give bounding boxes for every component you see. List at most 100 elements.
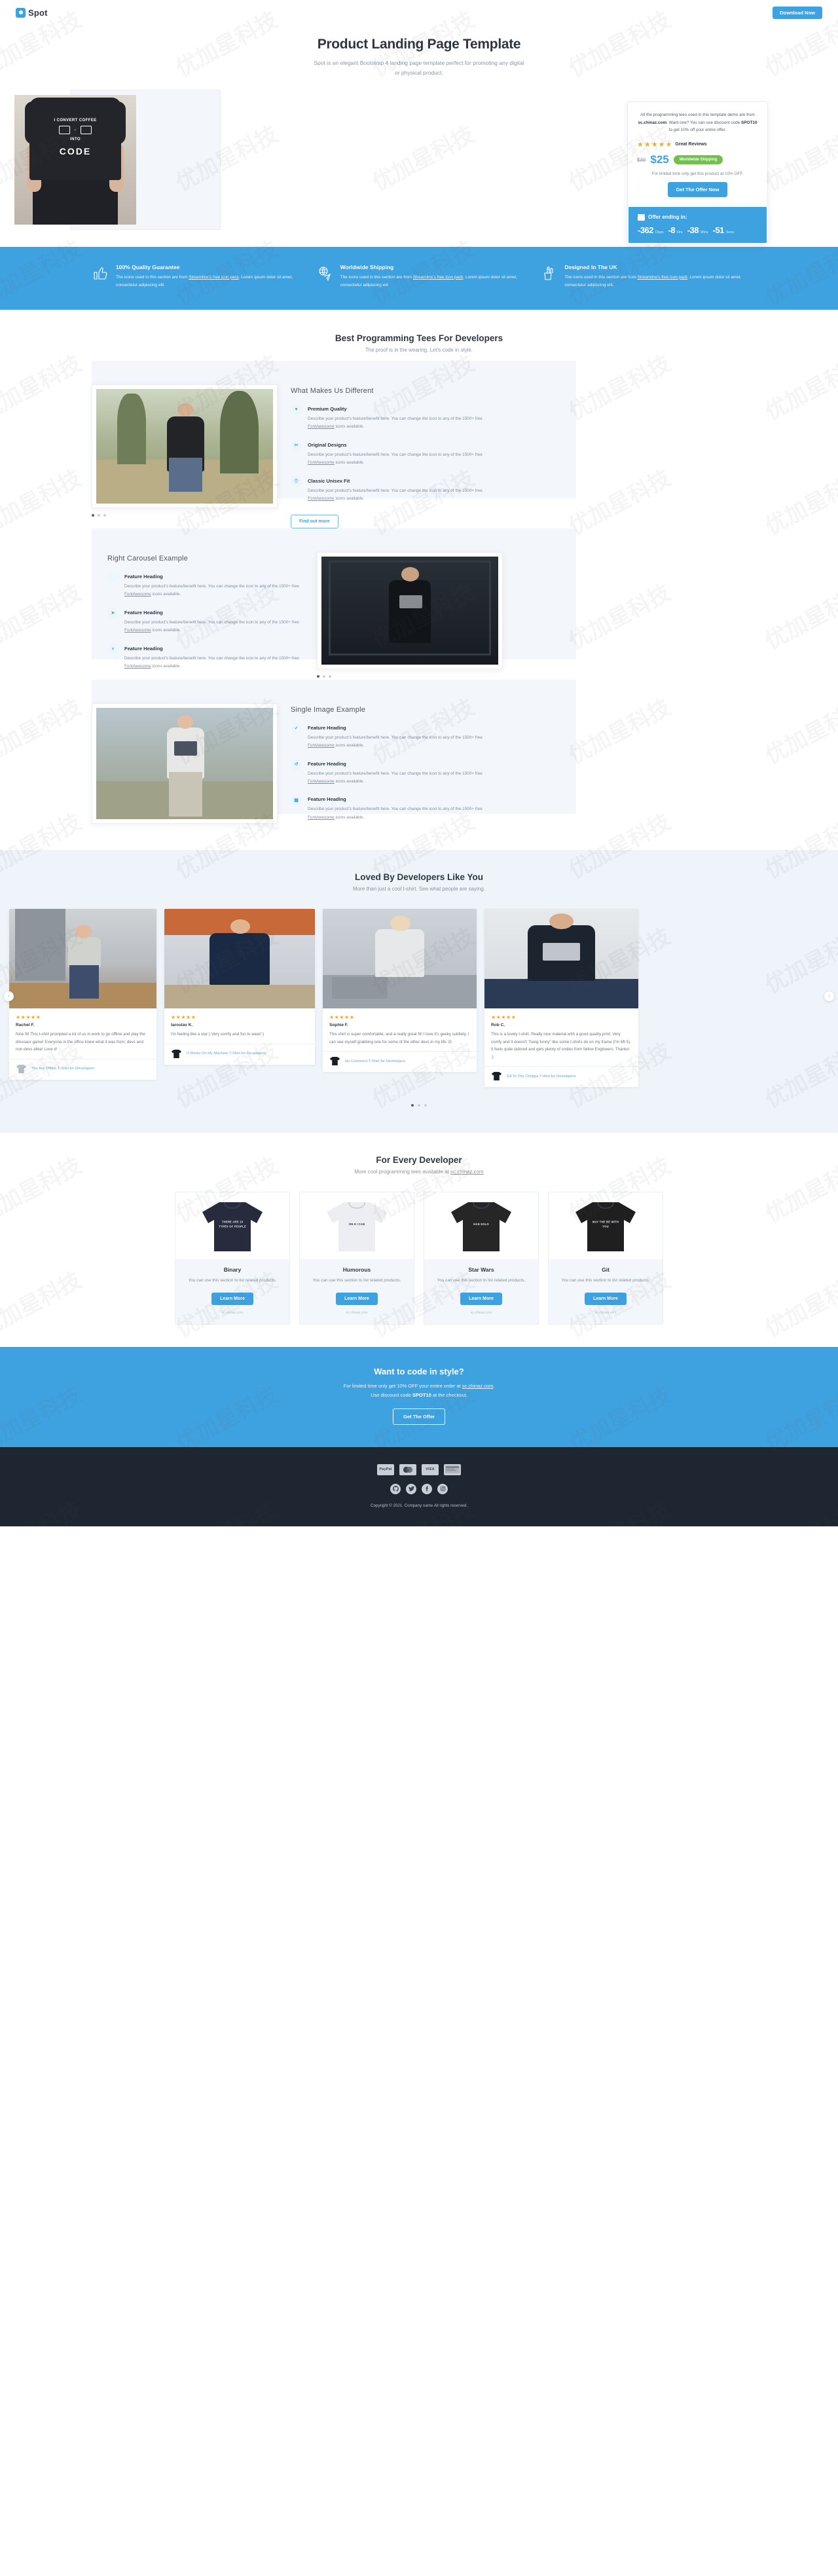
learn-more-button[interactable]: Learn More: [211, 1293, 253, 1306]
testimonial-photo: [323, 909, 477, 1009]
testimonial-dot-2[interactable]: [418, 1104, 420, 1107]
benefit-text: The icons used in this section are from …: [116, 274, 293, 288]
github-icon[interactable]: [390, 1483, 401, 1494]
learn-more-button[interactable]: Learn More: [585, 1293, 627, 1306]
product-name: Humorous: [342, 1266, 371, 1274]
spot-logo-icon: [16, 7, 26, 18]
product-card: MAY THE BE WITH YOU Git You can use this s…: [548, 1192, 663, 1325]
feature-item-heading: Feature Heading: [124, 645, 163, 652]
carousel-dot-3[interactable]: [103, 513, 106, 517]
testimonial-text: Nice fit! This t-shirt prompted a lot of…: [16, 1032, 145, 1052]
countdown-title: Offer ending in:: [648, 214, 687, 221]
get-the-offer-now-button[interactable]: Get The Offer Now: [667, 182, 728, 198]
check-icon: ✓: [291, 722, 302, 734]
fontawesome-link[interactable]: FontAwesome: [124, 592, 151, 597]
cta-site-link[interactable]: sc.chinaz.com: [462, 1383, 494, 1389]
offer-site-link[interactable]: sc.chinaz.com: [638, 120, 666, 125]
testimonial-author: Iaroslav K.: [171, 1023, 193, 1028]
testimonial-product[interactable]: No Comment T-Shirt for Developers: [323, 1051, 477, 1072]
testimonial-product-link[interactable]: No Comment T-Shirt for Developers: [345, 1059, 405, 1063]
offer-discount-code: SPOT10: [740, 120, 757, 125]
streamline-icon-pack-link[interactable]: Streamline's free icon pack: [638, 275, 688, 280]
feature-item-text: Describe your product's feature/benefit …: [308, 735, 483, 748]
products-subtitle-link[interactable]: sc.chinaz.com: [450, 1169, 484, 1175]
feature-item-text: Describe your product's feature/benefit …: [308, 416, 483, 430]
feature-carousel-dots[interactable]: [92, 513, 278, 517]
carousel-dot-1[interactable]: [317, 674, 319, 678]
find-out-more-button[interactable]: Find out more: [291, 514, 338, 528]
testimonial-product-link[interactable]: Git To The Choppa T-shirt for Developers: [507, 1075, 575, 1078]
testimonial-product-link[interactable]: It Works On My Machine T-Shirt for Devel…: [187, 1052, 266, 1056]
fontawesome-link[interactable]: FontAwesome: [308, 779, 335, 784]
pencil-cup-icon: [540, 264, 557, 290]
learn-more-button[interactable]: Learn More: [336, 1293, 378, 1306]
fontawesome-link[interactable]: FontAwesome: [124, 664, 151, 669]
testimonial-product[interactable]: You Are Offline T-Shirt for Developers: [9, 1058, 156, 1080]
get-the-offer-button[interactable]: Get The Offer: [393, 1408, 445, 1425]
fontawesome-link[interactable]: FontAwesome: [308, 424, 335, 429]
feature-item: ▦ Feature Heading Describe your product's …: [291, 794, 487, 822]
twitter-icon[interactable]: [406, 1483, 416, 1494]
products-subtitle: More cool programming tees available at …: [0, 1169, 838, 1175]
product-source: sc.chinaz.com: [221, 1311, 244, 1316]
feature-carousel-dots[interactable]: [317, 674, 503, 678]
testimonial-author: Rachel F.: [16, 1023, 35, 1028]
feature-item-heading: Feature Heading: [308, 796, 346, 803]
feature-block-title: Right Carousel Example: [107, 554, 189, 562]
feature-block-title: What Makes Us Different: [291, 386, 374, 395]
carousel-dot-2[interactable]: [323, 674, 325, 678]
countdown-box: Offer ending in: -362 Days -8 Hrs -38 Mi…: [627, 205, 768, 244]
carousel-dot-3[interactable]: [329, 674, 331, 678]
fontawesome-link[interactable]: FontAwesome: [308, 496, 335, 501]
products-section: For Every Developer More cool programmin…: [0, 1133, 838, 1347]
calendar-icon: ▦: [291, 794, 302, 806]
fontawesome-link[interactable]: FontAwesome: [308, 743, 335, 748]
hero-product-photo: I CONVERT COFFEE → INTO CODE: [14, 94, 136, 225]
fontawesome-link[interactable]: FontAwesome: [308, 460, 335, 465]
offer-rating: ★★★★★ Great Reviews: [637, 140, 758, 149]
countdown-hrs: -8: [668, 225, 676, 235]
testimonial-product-link[interactable]: You Are Offline T-Shirt for Developers: [31, 1067, 94, 1071]
offer-card: All the programming tees used in this te…: [627, 101, 768, 207]
product-description: You can use this section to list related…: [437, 1278, 526, 1283]
shipping-badge: Worldwide Shipping: [673, 155, 723, 165]
fontawesome-link[interactable]: FontAwesome: [308, 815, 335, 820]
product-image: ON 8 I CAN: [300, 1192, 414, 1260]
navbar: Spot Download Now: [0, 0, 838, 25]
facebook-icon[interactable]: [422, 1483, 432, 1494]
testimonial-card: ★★★★★ Rob C. This is a lovely t-shirt. Rea…: [484, 909, 638, 1088]
cta-line2-text: Use discount code: [371, 1392, 412, 1399]
brand-logo[interactable]: Spot: [16, 7, 48, 18]
history-icon: ↺: [291, 758, 302, 770]
cta-line-2: Use discount code SPOT10 at the checkout…: [0, 1391, 838, 1400]
feature-photo: [96, 388, 273, 504]
testimonial-product[interactable]: Git To The Choppa T-shirt for Developers: [484, 1066, 638, 1087]
download-now-button[interactable]: Download Now: [773, 6, 822, 19]
shirt-line-3: CODE: [59, 146, 92, 157]
brand-name: Spot: [28, 7, 48, 18]
feature-item-heading: Premium Quality: [308, 405, 347, 412]
payment-methods: PayPal VISA: [0, 1463, 838, 1475]
products-title: For Every Developer: [376, 1155, 462, 1166]
streamline-icon-pack-link[interactable]: Streamline's free icon pack: [189, 275, 239, 280]
fontawesome-link[interactable]: FontAwesome: [124, 628, 151, 633]
learn-more-button[interactable]: Learn More: [460, 1293, 502, 1306]
streamline-icon-pack-link[interactable]: Streamline's free icon pack: [413, 275, 464, 280]
product-description: You can use this section to list related…: [561, 1278, 650, 1283]
carousel-dot-2[interactable]: [98, 513, 100, 517]
cta-line-1: For limited time only get 10% OFF your e…: [0, 1382, 838, 1391]
testimonial-product[interactable]: It Works On My Machine T-Shirt for Devel…: [164, 1043, 315, 1065]
feature-item-text: Describe your product's feature/benefit …: [308, 452, 483, 466]
product-card: ON 8 I CAN Humorous You can use this secti…: [299, 1192, 414, 1325]
countdown-mins-unit: Mins: [700, 230, 708, 234]
testimonial-dot-1[interactable]: [411, 1104, 414, 1107]
benefit-item: Designed In The UK The icons used in this…: [540, 264, 746, 290]
testimonial-dot-3[interactable]: [424, 1104, 427, 1107]
carousel-dot-1[interactable]: [92, 513, 94, 517]
product-print-text: ON 8 I CAN: [348, 1223, 365, 1226]
instagram-icon[interactable]: [437, 1483, 448, 1494]
features-title: Best Programming Tees For Developers: [335, 333, 503, 343]
testimonials-dots[interactable]: [0, 1104, 838, 1107]
feature-item: ♥ Premium Quality Describe your product's …: [291, 403, 487, 432]
offer-limited-text: For limited time only get this product a…: [651, 172, 744, 177]
